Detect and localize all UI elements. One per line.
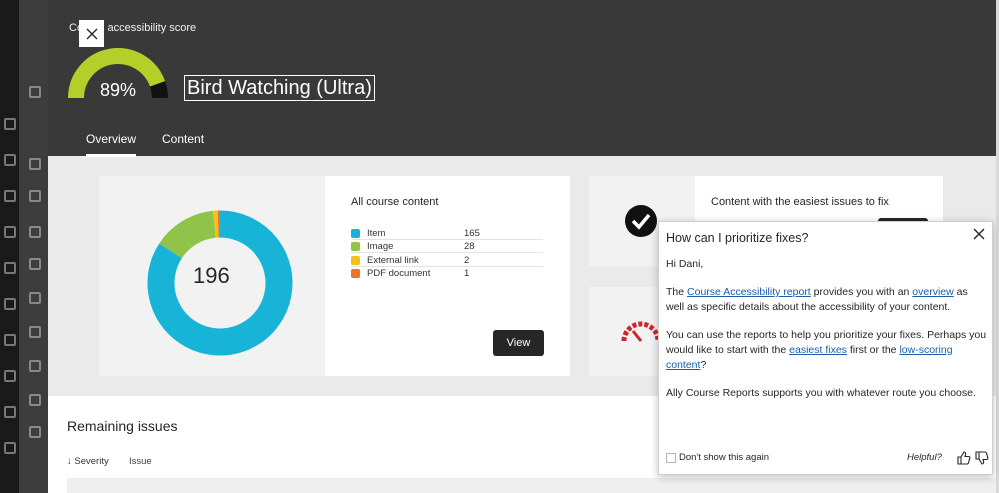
- sidebar-nav-icon: [4, 226, 16, 238]
- course-nav-icon: [29, 226, 41, 238]
- sort-issue-button[interactable]: Issue: [129, 456, 152, 467]
- content-total: 196: [193, 263, 230, 288]
- legend-swatch: [351, 269, 360, 278]
- course-title: Bird Watching (Ultra): [184, 75, 375, 101]
- course-nav-icon: [29, 360, 41, 372]
- dont-show-label[interactable]: Don't show this again: [679, 452, 769, 463]
- sort-severity-button[interactable]: ↓ Severity: [67, 456, 109, 467]
- easiest-issues-title: Content with the easiest issues to fix: [711, 196, 889, 208]
- course-nav-icon: [29, 292, 41, 304]
- thumbs-down-icon[interactable]: [975, 451, 989, 465]
- legend-label: External link: [367, 255, 419, 266]
- legend-swatch: [351, 229, 360, 238]
- legend-row-item: Item 165: [351, 227, 543, 240]
- legend-swatch: [351, 242, 360, 251]
- sidebar-nav-icon: [4, 118, 16, 130]
- close-button[interactable]: [79, 20, 104, 47]
- sidebar-nav-icon: [4, 298, 16, 310]
- course-nav-icon: [29, 158, 41, 170]
- view-button[interactable]: View: [493, 330, 544, 356]
- remaining-issues-title: Remaining issues: [67, 418, 178, 434]
- prioritize-fixes-popover: How can I prioritize fixes? Hi Dani, The…: [658, 221, 993, 475]
- sidebar-nav-icon: [4, 406, 16, 418]
- checkmark-circle-icon: [625, 205, 657, 237]
- sidebar-nav-icon: [4, 262, 16, 274]
- legend-row-external-link: External link 2: [351, 254, 543, 267]
- course-report-link[interactable]: Course Accessibility report: [687, 286, 811, 298]
- issues-table-header: [67, 478, 996, 493]
- easiest-fixes-link[interactable]: easiest fixes: [789, 344, 847, 356]
- donut-slice-image: [159, 210, 217, 259]
- thumbs-up-icon[interactable]: [957, 451, 971, 465]
- app-sidebar: [0, 0, 19, 493]
- dont-show-checkbox[interactable]: [666, 453, 676, 463]
- sidebar-nav-icon: [4, 190, 16, 202]
- popover-title: How can I prioritize fixes?: [666, 231, 809, 245]
- course-nav-icon: [29, 190, 41, 202]
- legend-swatch: [351, 256, 360, 265]
- legend-row-image: Image 28: [351, 240, 543, 253]
- tab-overview[interactable]: Overview: [86, 132, 137, 157]
- all-content-title: All course content: [351, 196, 439, 208]
- score-percent: 89%: [100, 80, 137, 100]
- helpful-label: Helpful?: [907, 452, 942, 463]
- donut-card: 196: [99, 176, 325, 376]
- sidebar-nav-icon: [4, 370, 16, 382]
- popover-greeting: Hi Dani,: [666, 258, 704, 270]
- legend-label: Item: [367, 228, 386, 239]
- course-nav-icon: [29, 86, 41, 98]
- close-icon: [86, 28, 97, 39]
- popover-paragraph-1: The Course Accessibility report provides…: [666, 286, 968, 313]
- sidebar-nav-icon: [4, 334, 16, 346]
- legend-count: 165: [464, 228, 480, 239]
- popover-paragraph-3: Ally Course Reports supports you with wh…: [666, 387, 976, 399]
- legend-count: 1: [464, 268, 470, 279]
- report-header: Course accessibility score 89% Bird Watc…: [48, 0, 996, 157]
- tab-content[interactable]: Content: [162, 132, 204, 146]
- legend-label: PDF document: [367, 268, 431, 279]
- legend-label: Image: [367, 241, 394, 252]
- popover-paragraph-2: You can use the reports to help you prio…: [666, 329, 987, 371]
- course-nav-icon: [29, 394, 41, 406]
- popover-footer: Don't show this again Helpful?: [666, 451, 989, 467]
- gauge-remainder-arc: [149, 81, 168, 99]
- sidebar-nav-icon: [4, 442, 16, 454]
- legend-row-pdf: PDF document 1: [351, 267, 543, 280]
- course-nav-icon: [29, 258, 41, 270]
- sort-severity-label: Severity: [74, 456, 109, 467]
- course-nav-icon: [29, 326, 41, 338]
- course-nav-strip: [19, 0, 48, 493]
- sidebar-nav-icon: [4, 154, 16, 166]
- course-nav-icon: [29, 426, 41, 438]
- legend-count: 28: [464, 241, 475, 252]
- speedometer-icon: [621, 321, 661, 342]
- legend-count: 2: [464, 255, 470, 266]
- close-icon: [973, 228, 985, 240]
- popover-body: Hi Dani, The Course Accessibility report…: [666, 257, 988, 414]
- popover-close-button[interactable]: [971, 227, 987, 243]
- overview-link[interactable]: overview: [912, 286, 953, 298]
- content-breakdown-card: All course content Item 165 Image 28 Ext…: [325, 176, 570, 376]
